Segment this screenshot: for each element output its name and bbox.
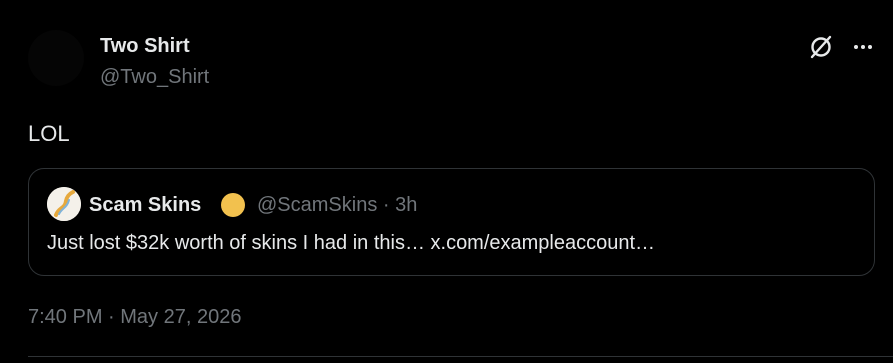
post-timestamp[interactable]: 7:40 PM · May 27, 2026 [28, 306, 241, 329]
quoted-author-handle[interactable]: @ScamSkins · 3h [257, 194, 417, 217]
quoted-author-avatar[interactable] [47, 187, 81, 221]
more-options-icon[interactable] [850, 36, 876, 58]
verified-badge-icon [221, 193, 245, 217]
more-dot [861, 45, 865, 49]
more-dot [854, 45, 858, 49]
divider [28, 356, 893, 357]
author-handle[interactable]: @Two_Shirt [100, 66, 209, 89]
quoted-author-name[interactable]: Scam Skins [89, 194, 201, 217]
more-dot [868, 45, 872, 49]
grok-icon[interactable] [808, 34, 834, 60]
quoted-post-text: Just lost $32k worth of skins I had in t… [47, 232, 656, 254]
author-name[interactable]: Two Shirt [100, 35, 190, 58]
quoted-post-card[interactable]: Scam Skins @ScamSkins · 3h Just lost $32… [28, 168, 875, 276]
author-avatar[interactable] [28, 30, 84, 86]
post-text: LOL [28, 121, 70, 146]
